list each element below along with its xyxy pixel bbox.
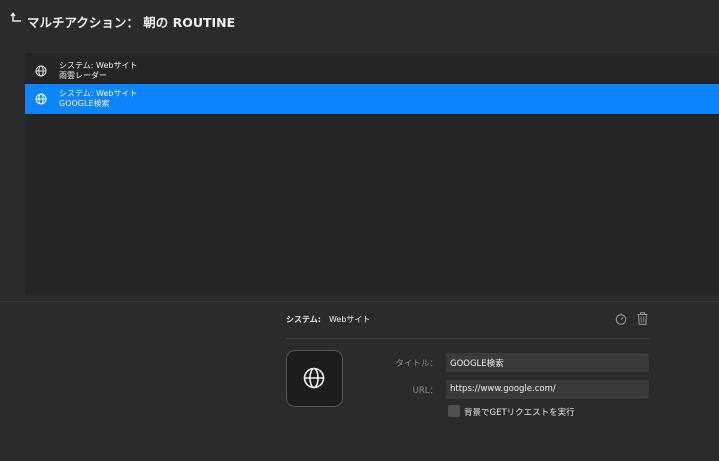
url-label: URL： [412,386,438,396]
action-list: システム: Webサイト 雨雲レーダー システム: Webサイト GOOGLE検… [25,53,719,295]
globe-icon [35,93,47,105]
action-icon-button[interactable] [286,350,343,407]
globe-icon [35,65,47,77]
list-item-type: システム: Webサイト [59,61,138,70]
detail-type-label: システム: [286,315,321,324]
back-arrow-icon[interactable] [10,12,24,26]
list-item-name: 雨雲レーダー [59,71,107,80]
list-item[interactable]: システム: Webサイト GOOGLE検索 [25,84,719,114]
background-get-label: 背景でGETリクエストを実行 [464,408,575,418]
list-item-name: GOOGLE検索 [59,99,110,108]
divider [0,301,719,302]
detail-divider [286,338,649,339]
title-input[interactable]: GOOGLE検索 [446,353,649,372]
header: マルチアクション： 朝の ROUTINE [0,0,719,52]
trash-icon[interactable] [637,312,648,325]
list-item-type: システム: Webサイト [59,89,138,98]
list-item[interactable]: システム: Webサイト 雨雲レーダー [25,56,719,86]
globe-icon [303,367,325,389]
detail-type-value: Webサイト [328,315,371,324]
clock-icon[interactable] [615,313,627,325]
page-title: マルチアクション： 朝の ROUTINE [27,15,236,30]
detail-type: システム: Webサイト [286,314,370,325]
title-label: タイトル： [395,359,438,369]
background-get-checkbox[interactable] [448,405,460,417]
url-input[interactable]: https://www.google.com/ [446,380,649,399]
